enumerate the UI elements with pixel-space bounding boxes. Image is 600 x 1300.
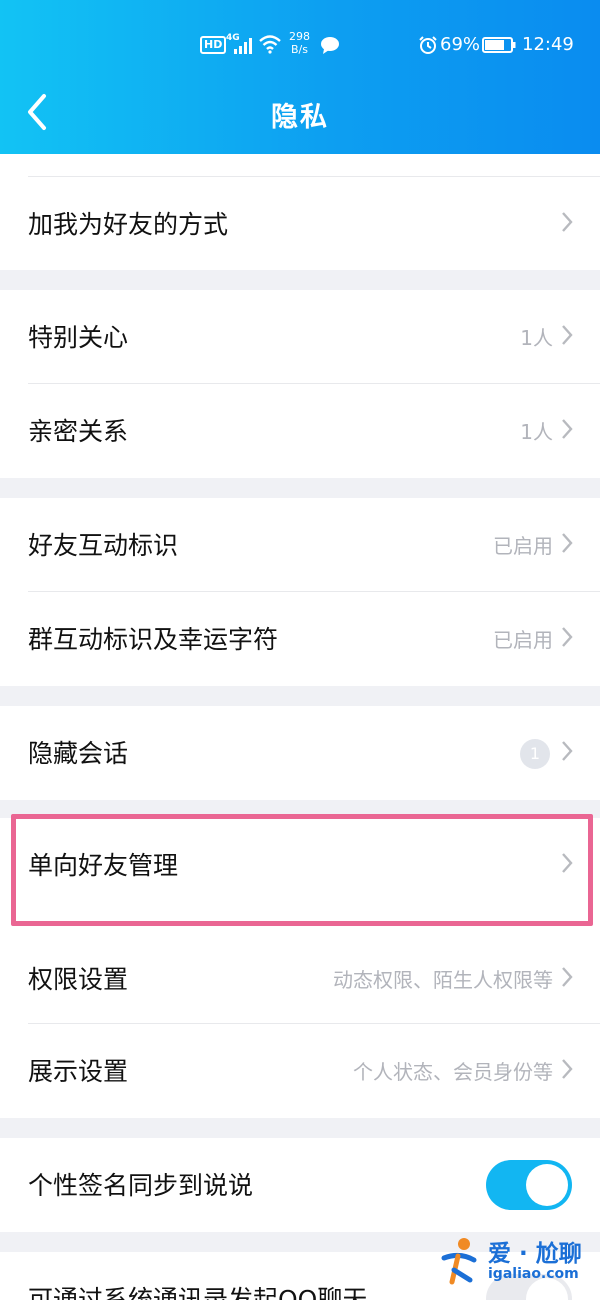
watermark-logo-icon bbox=[441, 1238, 477, 1285]
chevron-right-icon bbox=[562, 1059, 573, 1079]
row-label: 展示设置 bbox=[28, 1057, 129, 1086]
row-permission-settings[interactable]: 权限设置 动态权限、陌生人权限等 bbox=[0, 932, 600, 1025]
row-value: 已启用 bbox=[493, 534, 553, 558]
watermark-site: igaliao.com bbox=[488, 1266, 579, 1282]
row-value: 动态权限、陌生人权限等 bbox=[333, 968, 553, 992]
row-label: 群互动标识及幸运字符 bbox=[28, 625, 279, 654]
row-label: 个性签名同步到说说 bbox=[28, 1171, 254, 1200]
settings-group: 个性签名同步到说说 bbox=[0, 1138, 600, 1232]
chevron-right-icon bbox=[562, 741, 573, 761]
speed-value: 298 bbox=[289, 30, 310, 43]
chevron-right-icon bbox=[562, 212, 573, 232]
battery-icon bbox=[482, 37, 516, 53]
network-speed: 298 B/s bbox=[289, 30, 310, 56]
clock: 12:49 bbox=[522, 34, 574, 55]
highlight-box bbox=[11, 814, 593, 926]
row-hidden-chats[interactable]: 隐藏会话 1 bbox=[0, 706, 600, 799]
row-value: 个人状态、会员身份等 bbox=[353, 1060, 553, 1084]
settings-group: 特别关心 1人 亲密关系 1人 bbox=[0, 290, 600, 478]
row-label: 特别关心 bbox=[28, 323, 129, 352]
row-label: 隐藏会话 bbox=[28, 739, 129, 768]
alarm-icon bbox=[419, 36, 437, 54]
row-add-friend-method[interactable]: 加我为好友的方式 bbox=[0, 177, 600, 270]
row-friend-interaction-marks[interactable]: 好友互动标识 已启用 bbox=[0, 498, 600, 591]
chevron-right-icon bbox=[562, 533, 573, 553]
hd-indicator: HD bbox=[200, 36, 227, 54]
row-display-settings[interactable]: 展示设置 个人状态、会员身份等 bbox=[0, 1024, 600, 1117]
count-badge: 1 bbox=[520, 739, 550, 769]
page-title: 隐私 bbox=[271, 102, 329, 133]
row-signature-sync[interactable]: 个性签名同步到说说 bbox=[0, 1138, 600, 1231]
row-label: 加我为好友的方式 bbox=[28, 210, 229, 239]
chevron-right-icon bbox=[562, 627, 573, 647]
chevron-right-icon bbox=[562, 325, 573, 345]
row-label: 可通过系统通讯录发起QQ聊天 bbox=[28, 1285, 368, 1300]
row-label: 亲密关系 bbox=[28, 417, 129, 446]
row-group-interaction-marks[interactable]: 群互动标识及幸运字符 已启用 bbox=[0, 592, 600, 685]
row-value: 已启用 bbox=[493, 628, 553, 652]
battery-percent: 69% bbox=[440, 34, 481, 55]
chevron-right-icon bbox=[562, 419, 573, 439]
settings-group: 好友互动标识 已启用 群互动标识及幸运字符 已启用 bbox=[0, 498, 600, 686]
signature-sync-toggle[interactable] bbox=[486, 1160, 572, 1210]
settings-group: 加我为好友的方式 bbox=[0, 154, 600, 270]
toggle-knob bbox=[526, 1164, 568, 1206]
row-intimate-relation[interactable]: 亲密关系 1人 bbox=[0, 384, 600, 477]
signal-icon bbox=[234, 38, 252, 54]
message-icon bbox=[321, 37, 339, 54]
row-special-care[interactable]: 特别关心 1人 bbox=[0, 290, 600, 383]
wifi-icon bbox=[259, 35, 281, 54]
app-header: HD 4G 298 B/s 69% 12:49 隐私 bbox=[0, 0, 600, 154]
status-bar: HD 4G 298 B/s 69% 12:49 bbox=[0, 0, 600, 80]
watermark-brand: 爱 · 尬聊 bbox=[488, 1241, 582, 1267]
settings-group: 隐藏会话 1 bbox=[0, 706, 600, 800]
speed-unit: B/s bbox=[291, 43, 308, 56]
row-label: 权限设置 bbox=[28, 965, 129, 994]
chevron-right-icon bbox=[562, 967, 573, 987]
row-value: 1人 bbox=[520, 326, 553, 350]
row-value: 1人 bbox=[520, 420, 553, 444]
row-label: 好友互动标识 bbox=[28, 531, 179, 560]
watermark: 爱 · 尬聊 igaliao.com bbox=[436, 1232, 596, 1294]
